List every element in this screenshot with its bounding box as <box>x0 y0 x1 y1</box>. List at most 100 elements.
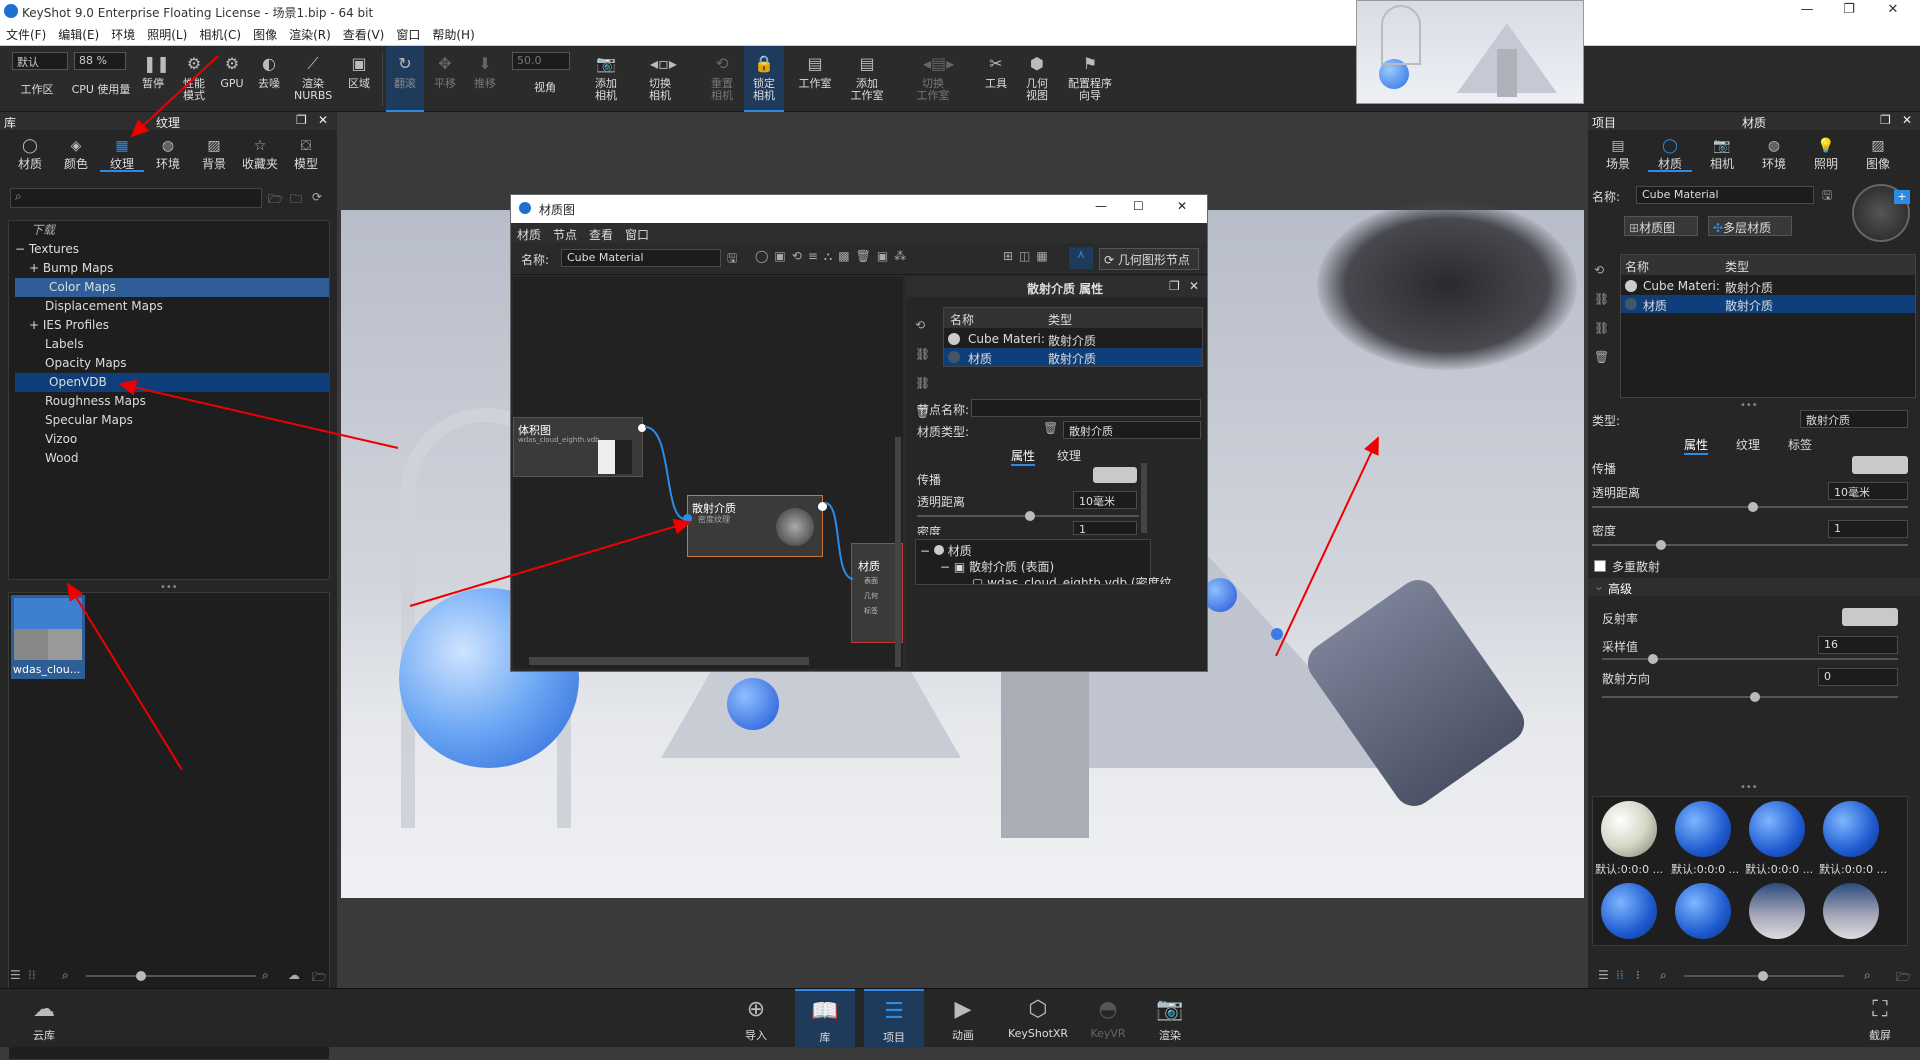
delete-icon[interactable]: 🗑 <box>1594 343 1609 372</box>
project-button[interactable]: ☰ 项目 <box>864 989 924 1048</box>
multi-scatter-checkbox[interactable] <box>1594 560 1606 572</box>
mg-menu-view[interactable]: 查看 <box>589 226 613 243</box>
switch-camera-button[interactable]: ◂▫▸ 切换 相机 <box>636 46 684 112</box>
render-nurbs-button[interactable]: ⟋ 渲染 NURBS <box>294 46 332 112</box>
minimize-button[interactable]: — <box>1095 199 1107 213</box>
props-scrollbar[interactable] <box>1141 463 1147 533</box>
project-list-row[interactable]: 材质 散射介质 <box>1621 295 1915 313</box>
swatch-sphere[interactable] <box>1675 883 1731 939</box>
refresh-icon[interactable]: ⟳ <box>312 190 322 204</box>
pause-button[interactable]: ❚❚ 暂停 <box>138 46 170 112</box>
close-button[interactable]: ✕ <box>1878 2 1908 20</box>
minimize-button[interactable]: — <box>1792 2 1822 20</box>
close-panel-icon[interactable]: ✕ <box>1189 279 1199 293</box>
trans-dist-input[interactable]: 10毫米 <box>1073 491 1137 509</box>
swatch-sphere[interactable] <box>1749 801 1805 857</box>
mg-name-input[interactable]: Cube Material <box>561 249 721 267</box>
tumble-button[interactable]: ↻ 翻滚 <box>386 46 424 112</box>
add-camera-button[interactable]: 📷 添加 相机 <box>590 46 622 112</box>
library-search-input[interactable]: ⌕ <box>10 188 262 208</box>
mg-menu-node[interactable]: 节点 <box>553 226 577 243</box>
node-tree-material[interactable]: − 材质 <box>920 542 972 559</box>
pan-button[interactable]: ✥ 平移 <box>428 46 462 112</box>
cloud-upload-icon[interactable]: ☁ <box>288 968 300 982</box>
slider-knob[interactable] <box>1656 540 1666 550</box>
tree-item-ies-profiles[interactable]: + IES Profiles <box>9 316 329 335</box>
menu-camera[interactable]: 相机(C) <box>193 22 247 47</box>
mg-tool-icons[interactable]: ◯▣⟲≡⛬▩🗑▣⁂ <box>755 249 912 264</box>
menu-render[interactable]: 渲染(R) <box>283 22 337 47</box>
tab-textures[interactable]: ▦ 纹理 <box>100 136 144 172</box>
close-panel-icon[interactable]: ✕ <box>1902 113 1912 127</box>
slider-knob[interactable] <box>136 971 146 981</box>
density-slider[interactable] <box>1592 540 1908 550</box>
tab-environments[interactable]: ◍ 环境 <box>146 136 190 172</box>
density-input[interactable]: 1 <box>1073 521 1137 535</box>
tab-image[interactable]: ▨ 图像 <box>1856 136 1900 172</box>
slider-knob[interactable] <box>1748 502 1758 512</box>
menu-lighting[interactable]: 照明(L) <box>141 22 193 47</box>
denoise-button[interactable]: ◐ 去噪 <box>254 46 284 112</box>
zoom-in-icon[interactable]: ⌕ <box>262 968 269 983</box>
tree-item-specular-maps[interactable]: Specular Maps <box>9 411 329 430</box>
trans-dist-slider[interactable] <box>917 511 1139 521</box>
grid-view-icon[interactable]: ⁞⁞ <box>1616 968 1624 982</box>
folder-open-icon[interactable]: 🗁 <box>1896 968 1911 989</box>
menu-file[interactable]: 文件(F) <box>0 22 52 47</box>
menu-window[interactable]: 窗口 <box>390 22 426 47</box>
workspace-button[interactable]: 工作区 <box>12 46 62 112</box>
list-view-icon[interactable]: ☰ <box>10 968 21 982</box>
node-tree-scatter[interactable]: − ▣ 散射介质 (表面) <box>940 558 1054 575</box>
mg-menu-material[interactable]: 材质 <box>517 226 541 243</box>
studio-button[interactable]: ▤ 工作室 <box>796 46 834 112</box>
maximize-button[interactable]: ❐ <box>1834 2 1864 20</box>
samples-slider[interactable] <box>1602 654 1898 664</box>
tab-materials[interactable]: ◯ 材质 <box>8 136 52 172</box>
lock-camera-button[interactable]: 🔒 锁定 相机 <box>744 46 784 112</box>
tree-item-openvdb[interactable]: OpenVDB <box>15 373 329 392</box>
canvas-vscrollbar[interactable] <box>895 437 901 667</box>
menu-edit[interactable]: 编辑(E) <box>52 22 105 47</box>
render-preview-thumbnail[interactable] <box>1356 0 1584 104</box>
zoom-out-icon[interactable]: ⌕ <box>1660 968 1667 983</box>
library-thumbnail-item[interactable]: wdas_clou... <box>11 595 85 679</box>
link-icon[interactable]: ⛓ <box>1594 285 1609 314</box>
small-grid-icon[interactable]: ⁝ <box>1636 968 1640 982</box>
save-icon[interactable]: 🖫 <box>727 249 737 270</box>
node-graph-canvas[interactable]: 体积图 wdas_cloud_eighth.vdb 散射介质 密度纹理 材质 表… <box>513 277 903 669</box>
trans-dist-input[interactable]: 10毫米 <box>1828 482 1908 500</box>
library-button[interactable]: 📖 库 <box>795 989 855 1048</box>
multi-material-button[interactable]: ✣多层材质 <box>1708 216 1792 236</box>
region-button[interactable]: ▣ 区域 <box>344 46 374 112</box>
refresh-icon[interactable]: ⟲ <box>1594 256 1609 285</box>
menu-environment[interactable]: 环境 <box>105 22 141 47</box>
tree-item-opacity-maps[interactable]: Opacity Maps <box>9 354 329 373</box>
tab-properties[interactable]: 属性 <box>1011 447 1036 466</box>
tree-item-vizoo[interactable]: Vizoo <box>9 430 329 449</box>
swatch-sphere[interactable] <box>1601 883 1657 939</box>
grid-view-icon[interactable]: ⁞⁞ <box>28 968 36 982</box>
reset-camera-button[interactable]: ⟲ 重置 相机 <box>706 46 738 112</box>
col-name[interactable]: 名称 <box>950 311 974 328</box>
tab-properties[interactable]: 属性 <box>1684 436 1709 455</box>
splitter-handle[interactable]: ••• <box>1740 400 1758 411</box>
keyvr-button[interactable]: ◓ KeyVR <box>1078 989 1138 1048</box>
tree-item-displacement-maps[interactable]: Displacement Maps <box>9 297 329 316</box>
material-name-input[interactable]: Cube Material <box>1636 186 1814 204</box>
transmit-color-swatch[interactable] <box>1093 467 1137 483</box>
tree-item-bump-maps[interactable]: + Bump Maps <box>9 259 329 278</box>
save-icon[interactable]: 🖫 <box>1822 186 1832 207</box>
swatch-sphere[interactable] <box>1823 883 1879 939</box>
unlink-icon[interactable]: ⛓ <box>915 369 930 398</box>
performance-mode-button[interactable]: ⚙ 性能 模式 <box>176 46 212 112</box>
slider-knob[interactable] <box>1025 511 1035 521</box>
tab-textures[interactable]: 纹理 <box>1736 436 1760 453</box>
tab-camera[interactable]: 📷 相机 <box>1700 136 1744 172</box>
zoom-out-icon[interactable]: ⌕ <box>62 968 69 983</box>
refresh-icon[interactable]: ⟲ <box>915 311 930 340</box>
slider-knob[interactable] <box>1750 692 1760 702</box>
geometry-node-toggle-icon[interactable]: ⋏ <box>1069 247 1093 269</box>
import-folder-icon[interactable]: 🗀 <box>290 190 302 211</box>
swatch-sphere[interactable] <box>1601 801 1657 857</box>
material-type-select[interactable]: 散射介质 <box>1063 421 1201 439</box>
